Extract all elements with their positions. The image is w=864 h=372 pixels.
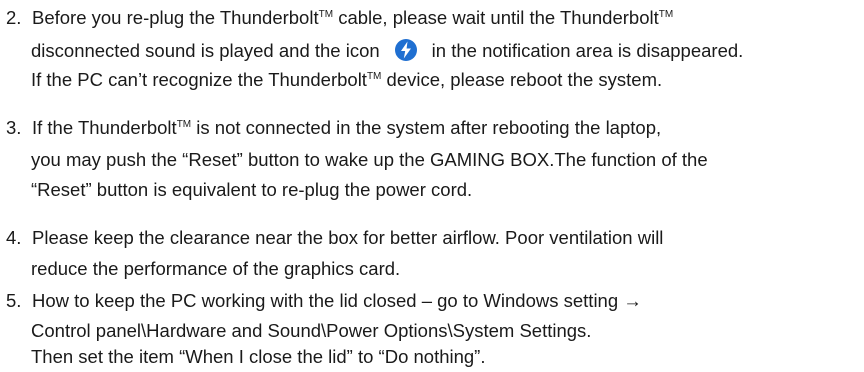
instruction-list: 2. Before you re-plug the ThunderboltTM … bbox=[0, 0, 864, 372]
trademark-mark: TM bbox=[318, 9, 334, 20]
line-text: Before you re-plug the Thunderbolt bbox=[32, 7, 319, 28]
line-text: Then set the item “When I close the lid”… bbox=[31, 346, 486, 367]
line-text: reduce the performance of the graphics c… bbox=[31, 258, 401, 279]
line-text: device, please reboot the system. bbox=[381, 69, 663, 90]
line-text: cable, please wait until the Thunderbolt bbox=[333, 7, 659, 28]
line-text: disconnected sound is played and the ico… bbox=[31, 40, 380, 61]
line-text: If the Thunderbolt bbox=[32, 117, 177, 138]
line-text: in the notification area is disappeared. bbox=[431, 40, 744, 61]
line-text: is not connected in the system after reb… bbox=[191, 117, 662, 138]
line-text: How to keep the PC working with the lid … bbox=[32, 290, 642, 311]
trademark-mark: TM bbox=[176, 119, 192, 130]
trademark-mark: TM bbox=[366, 71, 382, 82]
thunderbolt-icon bbox=[394, 39, 417, 61]
line-text: you may push the “Reset” button to wake … bbox=[31, 149, 708, 170]
line-text: Control panel\Hardware and Sound\Power O… bbox=[31, 320, 592, 341]
line-text: If the PC can’t recognize the Thunderbol… bbox=[31, 69, 367, 90]
line-text: “Reset” button is equivalent to re-plug … bbox=[31, 179, 473, 200]
trademark-mark: TM bbox=[658, 9, 674, 20]
line-text: Please keep the clearance near the box f… bbox=[32, 227, 664, 248]
